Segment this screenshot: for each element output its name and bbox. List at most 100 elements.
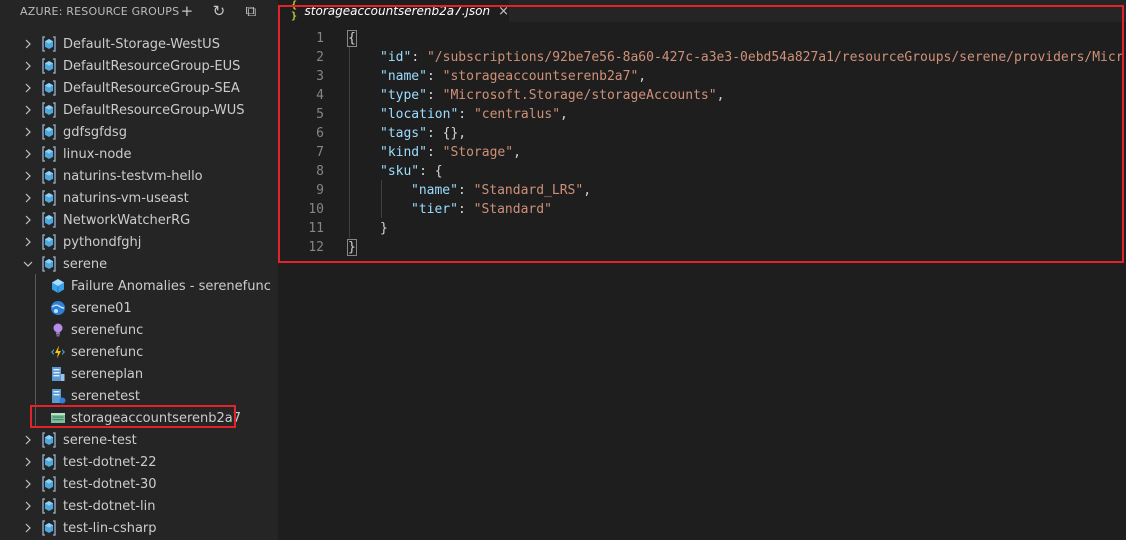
tree-item-resource-group[interactable]: gdfsgfdsg: [0, 121, 278, 143]
chevron-right-icon[interactable]: [22, 58, 34, 74]
chevron-right-icon[interactable]: [22, 36, 34, 52]
tree-item-label: pythondfghj: [63, 234, 142, 250]
cube-icon: [50, 278, 66, 294]
sidebar-header: AZURE: RESOURCE GROUPS + ↻ ⧉: [0, 0, 278, 22]
resource-group-icon: [41, 58, 57, 74]
line-number: 12: [308, 240, 324, 255]
tree-item-resource-group[interactable]: test-dotnet-22: [0, 451, 278, 473]
tree-item-resource-group[interactable]: DefaultResourceGroup-SEA: [0, 77, 278, 99]
tree-item-resource-group[interactable]: naturins-testvm-hello: [0, 165, 278, 187]
tree-item-resource-group[interactable]: DefaultResourceGroup-EUS: [0, 55, 278, 77]
json-value: "Microsoft.Storage/storageAccounts": [442, 88, 717, 103]
chevron-right-icon[interactable]: [22, 432, 34, 448]
json-key: "id": [380, 50, 412, 65]
tree-item-resource[interactable]: serenetest: [0, 385, 278, 407]
tree-item-label: test-dotnet-30: [63, 476, 157, 492]
line-number: 1: [316, 31, 324, 46]
tree-item-label: DefaultResourceGroup-SEA: [63, 80, 240, 96]
json-value: "storageaccountserenb2a7": [442, 69, 639, 84]
resource-group-icon: [41, 124, 57, 140]
resource-group-icon: [41, 454, 57, 470]
line-number: 7: [316, 145, 324, 160]
json-value: "/subscriptions/92be7e56-8a60-427c-a3e3-…: [426, 50, 1124, 65]
line-number: 5: [316, 107, 324, 122]
tree-item-resource-group[interactable]: linux-node: [0, 143, 278, 165]
resource-tree: Default-Storage-WestUS DefaultResourceGr…: [0, 33, 278, 539]
tree-item-resource[interactable]: Failure Anomalies - serenefunc: [0, 275, 278, 297]
refresh-icon[interactable]: ↻: [210, 2, 228, 20]
tree-item-resource-group[interactable]: test-dotnet-lin: [0, 495, 278, 517]
tree-item-resource-group[interactable]: test-dotnet-30: [0, 473, 278, 495]
chevron-right-icon[interactable]: [22, 234, 34, 250]
tree-item-resource-group[interactable]: naturins-vm-useast: [0, 187, 278, 209]
chevron-right-icon[interactable]: [22, 498, 34, 514]
resource-group-icon: [41, 212, 57, 228]
chevron-right-icon[interactable]: [22, 520, 34, 536]
code-line: 11 }: [280, 219, 1122, 238]
code-line: 8 "sku": {: [280, 162, 1122, 181]
tree-item-label: DefaultResourceGroup-EUS: [63, 58, 241, 74]
code-line: 5 "location": "centralus",: [280, 105, 1122, 124]
json-key: "name": [380, 69, 427, 84]
tree-item-resource-group-expanded[interactable]: serene: [0, 253, 278, 275]
chevron-right-icon[interactable]: [22, 454, 34, 470]
tree-item-label: sereneplan: [71, 366, 144, 382]
json-value: "Standard": [473, 202, 552, 217]
tree-item-resource[interactable]: serenefunc: [0, 341, 278, 363]
tree-item-resource[interactable]: sereneplan: [0, 363, 278, 385]
tree-item-label: Default-Storage-WestUS: [63, 36, 220, 52]
resource-group-icon: [41, 168, 57, 184]
chevron-right-icon[interactable]: [22, 190, 34, 206]
tree-item-resource-group[interactable]: pythondfghj: [0, 231, 278, 253]
resource-group-icon: [41, 476, 57, 492]
resource-groups-sidebar: AZURE: RESOURCE GROUPS + ↻ ⧉ Default-Sto…: [0, 0, 278, 540]
line-number: 4: [316, 88, 324, 103]
chevron-right-icon[interactable]: [22, 80, 34, 96]
line-number: 8: [316, 164, 324, 179]
tree-item-label: serene-test: [63, 432, 137, 448]
code-line: 4 "type": "Microsoft.Storage/storageAcco…: [280, 86, 1122, 105]
resource-group-icon: [41, 36, 57, 52]
tree-item-resource[interactable]: serenefunc: [0, 319, 278, 341]
chevron-right-icon[interactable]: [22, 212, 34, 228]
chevron-right-icon[interactable]: [22, 476, 34, 492]
resource-group-icon: [41, 520, 57, 536]
resource-group-icon: [41, 234, 57, 250]
tree-item-resource-group[interactable]: test-lin-csharp: [0, 517, 278, 539]
code-line: 9 "name": "Standard_LRS",: [280, 181, 1122, 200]
chevron-right-icon[interactable]: [22, 146, 34, 162]
code-area[interactable]: 1 { 2 "id": "/subscriptions/92be7e56-8a6…: [280, 29, 1124, 257]
tree-item-resource-group[interactable]: DefaultResourceGroup-WUS: [0, 99, 278, 121]
line-number: 3: [316, 69, 324, 84]
tree-item-label: naturins-testvm-hello: [63, 168, 203, 184]
code-line: 7 "kind": "Storage",: [280, 143, 1122, 162]
sidebar-actions: + ↻ ⧉: [178, 0, 260, 22]
tree-item-resource-group[interactable]: Default-Storage-WestUS: [0, 33, 278, 55]
tree-item-label: NetworkWatcherRG: [63, 212, 191, 228]
json-value: "centralus": [473, 107, 561, 122]
tree-item-label: serenefunc: [71, 322, 144, 338]
resource-group-icon: [41, 256, 57, 272]
json-key: "type": [380, 88, 427, 103]
collapse-all-icon[interactable]: ⧉: [242, 2, 260, 20]
code-line: 10 "tier": "Standard": [280, 200, 1122, 219]
line-number: 9: [316, 183, 324, 198]
json-key: "sku": [380, 164, 420, 179]
app-service-icon: [50, 388, 66, 404]
resource-group-icon: [41, 102, 57, 118]
json-value: "Storage": [442, 145, 514, 160]
tree-item-resource-group[interactable]: NetworkWatcherRG: [0, 209, 278, 231]
json-key: "tags": [380, 126, 427, 141]
sidebar-title: AZURE: RESOURCE GROUPS: [20, 4, 180, 18]
brace: {: [347, 30, 357, 47]
tree-item-resource-group[interactable]: serene-test: [0, 429, 278, 451]
tree-item-label: serenetest: [71, 388, 141, 404]
line-number: 6: [316, 126, 324, 141]
chevron-right-icon[interactable]: [22, 168, 34, 184]
chevron-right-icon[interactable]: [22, 124, 34, 140]
chevron-down-icon[interactable]: [22, 256, 34, 272]
json-editor[interactable]: 1 { 2 "id": "/subscriptions/92be7e56-8a6…: [278, 5, 1124, 263]
tree-item-resource[interactable]: serene01: [0, 297, 278, 319]
add-icon[interactable]: +: [178, 2, 196, 20]
chevron-right-icon[interactable]: [22, 102, 34, 118]
